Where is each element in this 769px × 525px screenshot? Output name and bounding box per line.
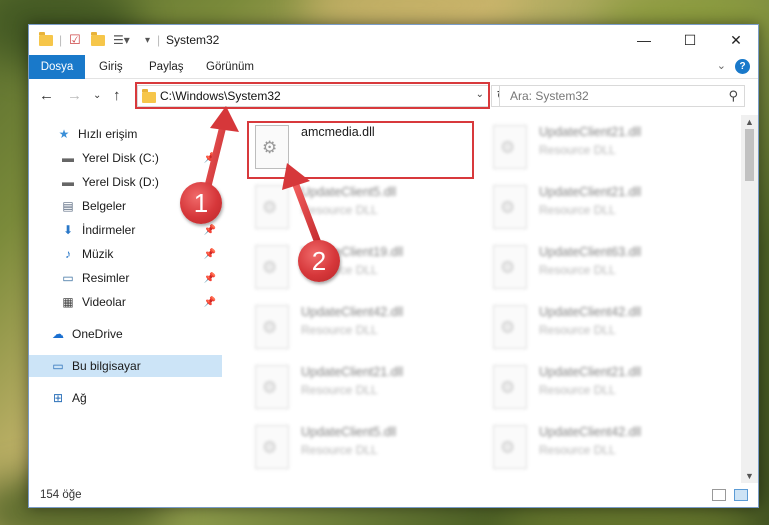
new-folder-icon[interactable] bbox=[91, 31, 105, 48]
tab-home[interactable]: Giriş bbox=[99, 55, 123, 79]
window-title: System32 bbox=[166, 33, 220, 47]
sidebar-item-local-disk-c[interactable]: ▬ Yerel Disk (C:) 📌 bbox=[29, 147, 222, 169]
search-placeholder: Ara: System32 bbox=[510, 89, 589, 103]
file-item[interactable]: UpdateClient19.dll Resource DLL bbox=[251, 241, 481, 297]
drive-icon: ▬ bbox=[62, 175, 74, 189]
network-icon: ⊞ bbox=[52, 391, 64, 405]
dll-file-icon bbox=[493, 125, 527, 169]
dll-file-icon bbox=[493, 185, 527, 229]
close-button[interactable]: ✕ bbox=[713, 25, 758, 55]
item-count: 154 öğe bbox=[40, 489, 82, 501]
dll-file-icon bbox=[255, 425, 289, 469]
file-explorer-window: | ☑ ☰▾ ▾ | System32 — ☐ ✕ Dosya Giriş Pa… bbox=[28, 24, 759, 508]
dll-file-icon bbox=[493, 365, 527, 409]
scrollbar-thumb[interactable] bbox=[745, 129, 754, 181]
sidebar-item-pictures[interactable]: ▭ Resimler 📌 bbox=[29, 267, 222, 289]
pin-icon[interactable]: 📌 bbox=[204, 153, 216, 164]
dll-file-icon bbox=[255, 305, 289, 349]
search-icon: ⚲ bbox=[728, 88, 738, 103]
expand-ribbon-icon[interactable]: ⌄ bbox=[717, 59, 726, 72]
file-item[interactable]: UpdateClient42.dll Resource DLL bbox=[489, 421, 719, 477]
file-item[interactable]: UpdateClient63.dll Resource DLL bbox=[489, 241, 719, 297]
pin-icon[interactable]: 📌 bbox=[204, 225, 216, 236]
file-item[interactable]: UpdateClient5.dll Resource DLL bbox=[251, 421, 481, 477]
up-arrow-icon[interactable]: ↑ bbox=[113, 87, 121, 104]
file-item[interactable]: UpdateClient21.dll Resource DLL bbox=[489, 361, 719, 417]
drive-icon: ▬ bbox=[62, 151, 74, 165]
forward-arrow-icon[interactable]: → bbox=[67, 87, 82, 104]
dll-file-icon bbox=[493, 245, 527, 289]
title-bar: | ☑ ☰▾ ▾ | System32 — ☐ ✕ bbox=[29, 25, 758, 55]
ribbon: Dosya Giriş Paylaş Görünüm ⌄ ? bbox=[29, 55, 758, 111]
sidebar-item-this-pc[interactable]: ▭ Bu bilgisayar bbox=[29, 355, 222, 377]
recent-locations-icon[interactable]: ⌄ bbox=[93, 90, 101, 101]
video-icon: ▦ bbox=[62, 295, 74, 309]
back-arrow-icon[interactable]: ← bbox=[39, 87, 54, 104]
file-item[interactable]: UpdateClient42.dll Resource DLL bbox=[489, 301, 719, 357]
file-item[interactable]: UpdateClient5.dll Resource DLL bbox=[251, 181, 481, 237]
music-icon: ♪ bbox=[65, 247, 71, 261]
sidebar-item-network[interactable]: ⊞ Ağ bbox=[29, 387, 222, 409]
file-item[interactable]: UpdateClient21.dll Resource DLL bbox=[489, 121, 719, 177]
dll-file-icon bbox=[255, 245, 289, 289]
sidebar-item-music[interactable]: ♪ Müzik 📌 bbox=[29, 243, 222, 265]
properties-icon[interactable]: ☑ bbox=[69, 32, 81, 48]
pin-icon[interactable]: 📌 bbox=[204, 249, 216, 260]
tab-share[interactable]: Paylaş bbox=[149, 55, 184, 79]
dll-file-icon bbox=[255, 185, 289, 229]
large-icons-view-icon[interactable] bbox=[734, 489, 748, 501]
dll-file-icon bbox=[493, 425, 527, 469]
dll-file-icon bbox=[255, 365, 289, 409]
search-input[interactable]: Ara: System32 ⚲ bbox=[499, 85, 745, 107]
download-icon: ⬇ bbox=[62, 223, 74, 237]
pin-icon[interactable]: 📌 bbox=[204, 273, 216, 284]
documents-icon: ▤ bbox=[62, 199, 74, 213]
sidebar-item-videos[interactable]: ▦ Videolar 📌 bbox=[29, 291, 222, 313]
address-highlight-box bbox=[135, 82, 490, 109]
tab-view[interactable]: Görünüm bbox=[206, 55, 254, 79]
step-2-badge: 2 bbox=[298, 240, 340, 282]
file-item[interactable]: UpdateClient21.dll Resource DLL bbox=[489, 181, 719, 237]
navigation-pane: ★ Hızlı erişim ▬ Yerel Disk (C:) 📌 ▬ Yer… bbox=[29, 115, 222, 483]
star-icon: ★ bbox=[58, 127, 70, 141]
help-icon[interactable]: ? bbox=[735, 59, 750, 74]
file-item[interactable]: UpdateClient42.dll Resource DLL bbox=[251, 301, 481, 357]
sidebar-item-onedrive[interactable]: ☁ OneDrive bbox=[29, 323, 222, 345]
minimize-button[interactable]: — bbox=[621, 25, 667, 55]
cloud-icon: ☁ bbox=[52, 327, 64, 341]
file-highlight-box bbox=[247, 121, 474, 179]
details-view-icon[interactable] bbox=[712, 489, 726, 501]
computer-icon: ▭ bbox=[52, 359, 64, 373]
folder-icon bbox=[39, 31, 53, 48]
vertical-scrollbar[interactable]: ▲ ▼ bbox=[741, 115, 758, 483]
pin-icon[interactable]: 📌 bbox=[204, 297, 216, 308]
scroll-up-icon[interactable]: ▲ bbox=[741, 117, 758, 127]
pictures-icon: ▭ bbox=[62, 271, 74, 285]
quick-access-dropdown-icon[interactable]: ▾ bbox=[145, 32, 150, 48]
dll-file-icon bbox=[493, 305, 527, 349]
status-bar: 154 öğe bbox=[29, 483, 758, 507]
maximize-button[interactable]: ☐ bbox=[667, 25, 713, 55]
scroll-down-icon[interactable]: ▼ bbox=[741, 471, 758, 481]
customize-toolbar-icon[interactable]: ☰▾ bbox=[113, 32, 130, 48]
file-item[interactable]: UpdateClient21.dll Resource DLL bbox=[251, 361, 481, 417]
sidebar-item-quick-access[interactable]: ★ Hızlı erişim bbox=[29, 123, 222, 145]
step-1-badge: 1 bbox=[180, 182, 222, 224]
